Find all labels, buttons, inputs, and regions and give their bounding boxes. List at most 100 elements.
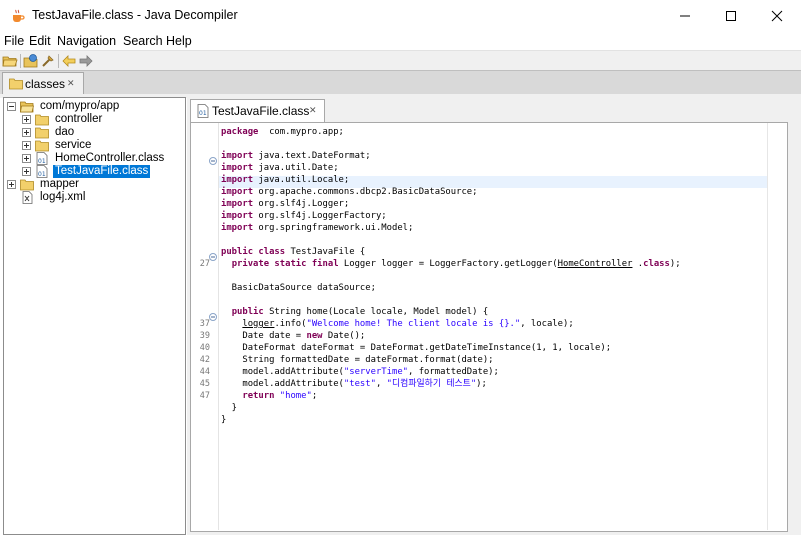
code-line: import org.slf4j.Logger;: [221, 198, 349, 210]
fold-collapse-icon[interactable]: [209, 152, 217, 165]
expand-icon[interactable]: [7, 180, 16, 189]
code-token: java.util.Date;: [253, 163, 339, 173]
code-line: private static final Logger logger = Log…: [221, 258, 681, 270]
code-line: import java.util.Date;: [221, 162, 339, 174]
tab-classes-label: classes: [25, 77, 66, 91]
folder-icon: [35, 113, 49, 126]
code-token: "home": [279, 391, 312, 401]
code-token: TestJavaFile {: [285, 247, 366, 257]
code-line: public String home(Locale locale, Model …: [221, 306, 488, 318]
title-bar: TestJavaFile.class - Java Decompiler: [0, 0, 801, 32]
menu-bar: File Edit Navigation Search Help: [0, 32, 801, 50]
code-line: import org.springframework.ui.Model;: [221, 222, 413, 234]
collapse-icon[interactable]: [7, 102, 16, 111]
code-line: package com.mypro.app;: [221, 126, 344, 138]
code-token: .: [632, 259, 644, 269]
line-number: 42: [199, 355, 210, 365]
open-folder-icon: [20, 100, 35, 113]
code-token: private static final: [231, 259, 339, 269]
tree-item-com-mypro-app[interactable]: com/mypro/app: [7, 100, 182, 113]
maximize-button[interactable]: [708, 0, 754, 32]
fold-collapse-icon[interactable]: [209, 308, 217, 321]
vertical-scrollbar[interactable]: [767, 123, 786, 530]
code-token: "test": [343, 379, 376, 389]
tree-item-homecontroller-class[interactable]: 01 HomeController.class: [22, 152, 182, 165]
code-token: public class: [221, 247, 286, 257]
menu-navigation[interactable]: Navigation: [57, 34, 116, 48]
close-tab-icon[interactable]: ✕: [309, 105, 317, 116]
tree-item-label: controller: [55, 113, 103, 125]
code-token: , formattedDate);: [408, 367, 499, 377]
expand-icon[interactable]: [22, 154, 31, 163]
code-token: org.apache.commons.dbcp2.BasicDataSource…: [253, 187, 478, 197]
class-file-icon: 01: [35, 165, 49, 178]
editor-tab-label: TestJavaFile.class: [212, 104, 310, 118]
tree-item-testjavafile-class[interactable]: 01 TestJavaFile.class: [22, 165, 182, 178]
code-token: "serverTime": [343, 367, 409, 377]
code-token: org.slf4j.LoggerFactory;: [253, 211, 387, 221]
code-token: org.slf4j.Logger;: [253, 199, 350, 209]
menu-file[interactable]: File: [4, 34, 24, 48]
code-token: ;: [311, 391, 318, 401]
code-token: model.addAttribute(: [221, 379, 344, 389]
close-button[interactable]: [754, 0, 800, 32]
code-token: import: [221, 199, 254, 209]
code-token: Date();: [322, 331, 366, 341]
folder-icon: [9, 77, 23, 90]
code-token: logger: [242, 319, 275, 329]
menu-search[interactable]: Search: [123, 34, 163, 48]
code-line: String formattedDate = dateFormat.format…: [221, 354, 494, 366]
code-token: .info(: [274, 319, 307, 329]
code-token: String formattedDate = dateFormat.format…: [221, 355, 494, 365]
menu-help[interactable]: Help: [166, 34, 192, 48]
code-token: );: [669, 259, 681, 269]
coffee-cup-icon: [10, 8, 26, 24]
code-token: String home(Locale locale, Model model) …: [263, 307, 489, 317]
toolbar-separator: [58, 54, 59, 68]
toolbar: [0, 50, 801, 71]
tree-item-service[interactable]: service: [22, 139, 182, 152]
line-number: 44: [199, 367, 210, 377]
code-token: import: [221, 151, 254, 161]
xml-file-icon: [20, 191, 34, 204]
code-line: public class TestJavaFile {: [221, 246, 365, 258]
minimize-button[interactable]: [662, 0, 708, 32]
folder-icon: [35, 139, 49, 152]
code-line: model.addAttribute("serverTime", formatt…: [221, 366, 499, 378]
tree-item-label: log4j.xml: [40, 191, 86, 203]
back-icon[interactable]: [61, 53, 77, 69]
expand-icon[interactable]: [22, 141, 31, 150]
code-line: import org.apache.commons.dbcp2.BasicDat…: [221, 186, 477, 198]
fold-collapse-icon[interactable]: [209, 248, 217, 261]
open-type-icon[interactable]: [23, 53, 39, 69]
code-line: DateFormat dateFormat = DateFormat.getDa…: [221, 342, 611, 354]
code-token: Date date =: [221, 331, 307, 341]
expand-icon[interactable]: [22, 115, 31, 124]
code-token: com.mypro.app;: [258, 127, 344, 137]
tab-classes[interactable]: classes ✕: [2, 72, 84, 96]
svg-text:01: 01: [199, 110, 207, 117]
tree-item-mapper[interactable]: mapper: [7, 178, 182, 191]
open-folder-icon[interactable]: [2, 53, 18, 69]
svg-text:01: 01: [38, 158, 46, 165]
code-line: }: [221, 402, 237, 414]
forward-icon[interactable]: [78, 53, 94, 69]
svg-text:01: 01: [38, 171, 46, 178]
menu-edit[interactable]: Edit: [29, 34, 51, 48]
code-line: Date date = new Date();: [221, 330, 365, 342]
expand-icon[interactable]: [22, 128, 31, 137]
tab-testjavafile-class[interactable]: 01 TestJavaFile.class ✕: [190, 99, 325, 123]
tree-item-log4j-xml[interactable]: log4j.xml: [7, 191, 182, 204]
line-number: 27: [199, 259, 210, 269]
code-token: }: [221, 415, 227, 425]
expand-icon[interactable]: [22, 167, 31, 176]
tree-item-dao[interactable]: dao: [22, 126, 182, 139]
code-token: HomeController: [557, 259, 633, 269]
tree-item-controller[interactable]: controller: [22, 113, 182, 126]
settings-icon[interactable]: [40, 53, 56, 69]
code-token: import: [221, 175, 254, 185]
close-tab-icon[interactable]: ✕: [67, 78, 75, 89]
class-file-icon: 01: [196, 104, 210, 118]
